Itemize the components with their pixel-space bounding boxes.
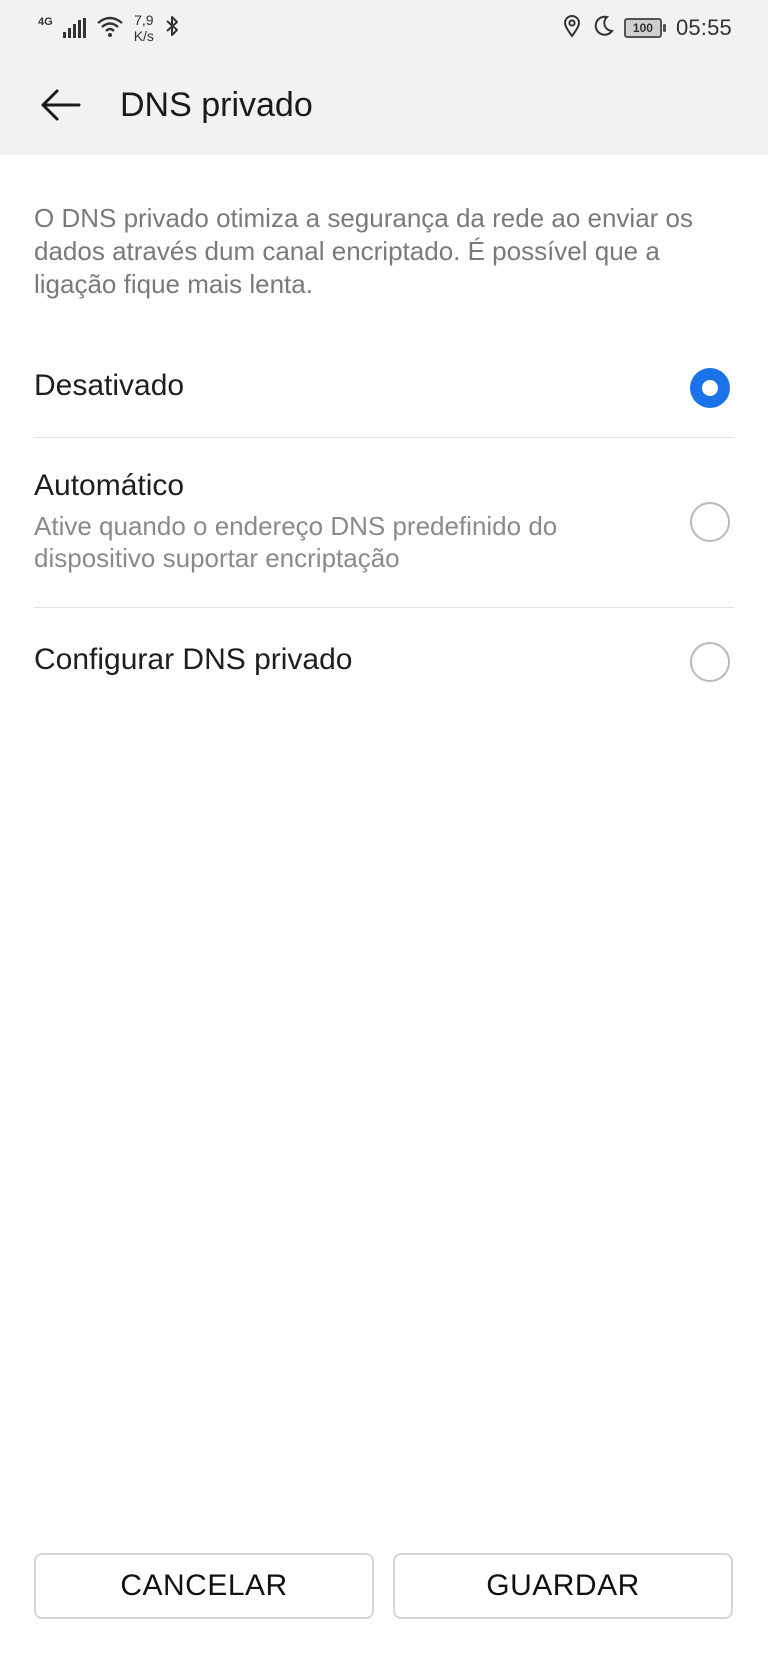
option-label: Configurar DNS privado <box>34 643 353 676</box>
divider <box>34 437 734 438</box>
option-label: Automático <box>34 469 185 502</box>
option-desativado[interactable]: Desativado <box>34 368 734 408</box>
option-subtitle: Ative quando o endereço DNS predefinido … <box>34 511 558 573</box>
clock: 05:55 <box>675 15 732 40</box>
save-button[interactable]: GUARDAR <box>393 1553 733 1619</box>
radio-automatico[interactable] <box>690 502 730 542</box>
screen: 4G 7,9 K/s 100 05:55 DNS privado O DNS p… <box>0 0 768 1664</box>
signal-icon <box>62 18 86 38</box>
status-left: 4G 7,9 K/s <box>38 6 180 50</box>
wifi-icon <box>96 14 124 43</box>
page-title: DNS privado <box>120 86 313 124</box>
speed-value: 7,9 <box>134 12 154 28</box>
app-bar: DNS privado <box>0 55 768 155</box>
description-text: O DNS privado otimiza a segurança da red… <box>34 203 694 299</box>
radio-configurar-dns[interactable] <box>690 642 730 682</box>
status-right: 100 05:55 <box>562 6 732 50</box>
battery-icon: 100 <box>623 18 666 38</box>
divider <box>34 607 734 608</box>
network-type: 4G <box>38 15 53 28</box>
moon-icon <box>592 14 614 43</box>
location-icon <box>562 14 582 43</box>
battery-level: 100 <box>623 18 662 38</box>
network-speed: 7,9 K/s <box>134 12 154 44</box>
back-button[interactable] <box>34 81 86 133</box>
cancel-button[interactable]: CANCELAR <box>34 1553 374 1619</box>
status-bar: 4G 7,9 K/s 100 05:55 <box>0 0 768 55</box>
arrow-left-icon <box>39 88 81 127</box>
radio-desativado[interactable] <box>690 368 730 408</box>
option-configurar-dns[interactable]: Configurar DNS privado <box>34 642 734 682</box>
option-label: Desativado <box>34 369 185 402</box>
option-automatico[interactable]: Automático Ative quando o endereço DNS p… <box>34 468 734 578</box>
speed-unit: K/s <box>133 28 154 44</box>
bluetooth-icon <box>164 14 180 43</box>
